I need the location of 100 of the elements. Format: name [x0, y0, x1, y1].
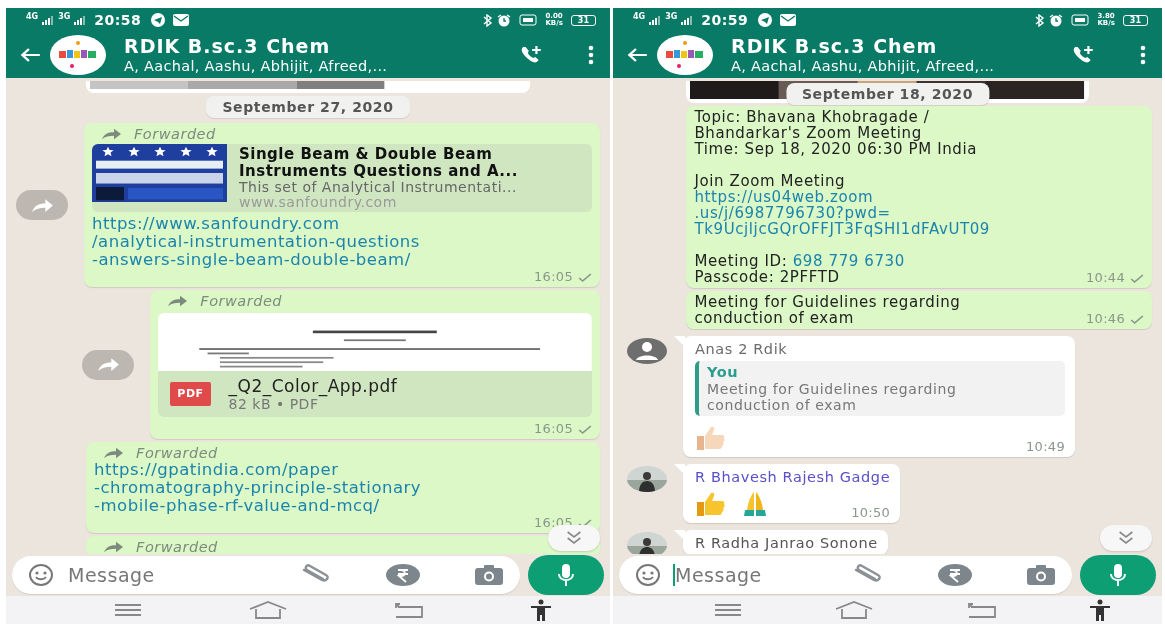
preview-site: www.sanfoundry.com: [239, 195, 398, 210]
mail-icon: [173, 14, 190, 26]
message-text: Join Zoom Meeting: [694, 173, 846, 189]
battery-indicator: 31: [570, 14, 596, 26]
scroll-down-button[interactable]: [1100, 525, 1152, 551]
link-preview-card[interactable]: Single Beam & Double Beam Instruments Questions and A... This set of Analytical Instrumentati... www.sanfoundry.com: [92, 144, 592, 212]
message-time: 10:44: [1086, 270, 1125, 285]
message-time: 16:05: [534, 421, 573, 436]
message-time: 16:05: [534, 269, 573, 284]
recent-apps-button[interactable]: [714, 604, 743, 616]
signal-icon: [74, 15, 87, 25]
camera-icon[interactable]: [1026, 564, 1056, 586]
sender-name: Anas 2 Rdik: [695, 340, 789, 358]
network-label: 3G: [58, 13, 71, 21]
back-icon: [625, 46, 649, 64]
more-icon: [1140, 45, 1146, 65]
camera-icon[interactable]: [474, 564, 504, 586]
accessibility-button[interactable]: [530, 599, 552, 621]
menu-button[interactable]: [1140, 45, 1146, 65]
rupee-icon[interactable]: [386, 564, 420, 586]
date-label: September 27, 2020: [206, 96, 410, 118]
forwarded-label: Forwarded: [200, 293, 283, 309]
message-input[interactable]: Message: [675, 564, 840, 586]
rupee-icon[interactable]: [938, 564, 972, 586]
network-label: 4G: [633, 13, 646, 21]
emoji-icon[interactable]: [28, 563, 54, 587]
network-type-icon: [519, 14, 538, 26]
forward-icon: [102, 446, 125, 460]
network-label: 4G: [26, 13, 39, 21]
back-button[interactable]: [394, 602, 424, 618]
home-button[interactable]: [248, 601, 288, 619]
accessibility-button[interactable]: [1088, 599, 1111, 621]
battery-indicator: 31: [1122, 14, 1148, 26]
link-text[interactable]: https://us04web.zoom .us/j/6987796730?pwd= Tk9UcjljcGQrOFFJT3FqSHI1dFAvUT09: [694, 189, 1144, 237]
back-icon: [394, 602, 424, 618]
message-field[interactable]: Message: [619, 556, 1072, 594]
back-button[interactable]: [625, 46, 649, 64]
alarm-icon: [1049, 13, 1064, 27]
chat-title: RDIK B.sc.3 Chem: [731, 35, 938, 57]
chat-members: A, Aachal, Aashu, Abhijit, Afreed,...: [731, 57, 995, 75]
forward-icon: [96, 356, 121, 373]
double-chevron-icon: [564, 530, 584, 546]
message-time: 10:50: [851, 505, 891, 520]
file-name: _Q2_Color_App.pdf: [228, 376, 398, 396]
menu-button[interactable]: [588, 45, 594, 65]
accessibility-icon: [530, 599, 552, 621]
message-input[interactable]: Message: [68, 564, 288, 586]
message-text: Passcode: 2PFFTD: [694, 269, 840, 285]
back-button[interactable]: [966, 602, 997, 618]
avatar-icon: [627, 338, 667, 364]
home-icon: [248, 601, 288, 619]
emoji-icon[interactable]: [635, 563, 661, 587]
bluetooth-icon: [1034, 13, 1046, 27]
link-text[interactable]: https://www.sanfoundry.com /analytical-instrumentation-questions -answers-single-beam-double-beam/: [92, 215, 592, 269]
quoted-message[interactable]: You Meeting for Guidelines regarding conduction of exam: [695, 361, 1065, 416]
signal-icon: [649, 15, 662, 25]
file-type-badge: PDF: [170, 382, 211, 406]
accessibility-icon: [1088, 599, 1111, 621]
message-text: Meeting ID: 698 779 6730: [694, 253, 906, 269]
microphone-icon: [557, 563, 575, 587]
message-field[interactable]: Message: [12, 556, 520, 594]
forward-button[interactable]: [16, 190, 68, 220]
message-time: 10:49: [1026, 439, 1065, 454]
alarm-icon: [497, 13, 512, 27]
menu-icon: [714, 604, 743, 616]
network-label: 3G: [665, 13, 678, 21]
forwarded-label: Forwarded: [136, 445, 218, 461]
forward-button[interactable]: [82, 349, 135, 380]
sender-name: R Bhavesh Rajesh Gadge: [695, 468, 891, 486]
date-label: September 18, 2020: [785, 83, 990, 105]
chat-members: A, Aachal, Aashu, Abhijit, Afreed,...: [124, 57, 388, 75]
scroll-down-button[interactable]: [548, 525, 600, 551]
link-text[interactable]: 698 779 6730: [792, 252, 905, 270]
chat-title: RDIK B.sc.3 Chem: [124, 35, 331, 57]
quote-text: Meeting for Guidelines regarding conduction of exam: [707, 381, 958, 413]
microphone-icon: [1109, 563, 1127, 587]
clock-time: 20:59: [701, 12, 749, 28]
back-button[interactable]: [18, 46, 42, 64]
network-type-icon: [1071, 14, 1090, 26]
signal-icon: [42, 15, 55, 25]
back-icon: [18, 46, 42, 64]
quote-author: You: [707, 364, 740, 381]
forward-icon: [30, 196, 54, 214]
link-text[interactable]: https://gpatindia.com/paper -chromatography-principle-stationary -mobile-phase-rf-value-and-mcq/: [94, 461, 592, 515]
message-text: Topic: Bhavana Khobragade / Bhandarkar's Zoom Meeting Time: Sep 18, 2020 06:30 PM India: [694, 109, 978, 157]
sender-name: R Radha Janrao Sonone: [695, 534, 878, 552]
more-icon: [588, 45, 594, 65]
recent-apps-button[interactable]: [114, 604, 142, 616]
double-chevron-icon: [1116, 530, 1136, 546]
home-button[interactable]: [834, 601, 875, 619]
forward-icon: [166, 294, 189, 308]
file-size: 82 kB • PDF: [228, 396, 319, 412]
forwarded-label: Forwarded: [134, 126, 216, 142]
preview-description: This set of Analytical Instrumentati...: [239, 180, 518, 195]
telegram-icon: [151, 13, 166, 27]
telegram-icon: [758, 13, 773, 27]
file-card[interactable]: PDF _Q2_Color_App.pdf 82 kB • PDF: [158, 371, 592, 417]
clock-time: 20:58: [94, 12, 142, 28]
signal-icon: [681, 15, 694, 25]
forward-icon: [100, 127, 122, 141]
